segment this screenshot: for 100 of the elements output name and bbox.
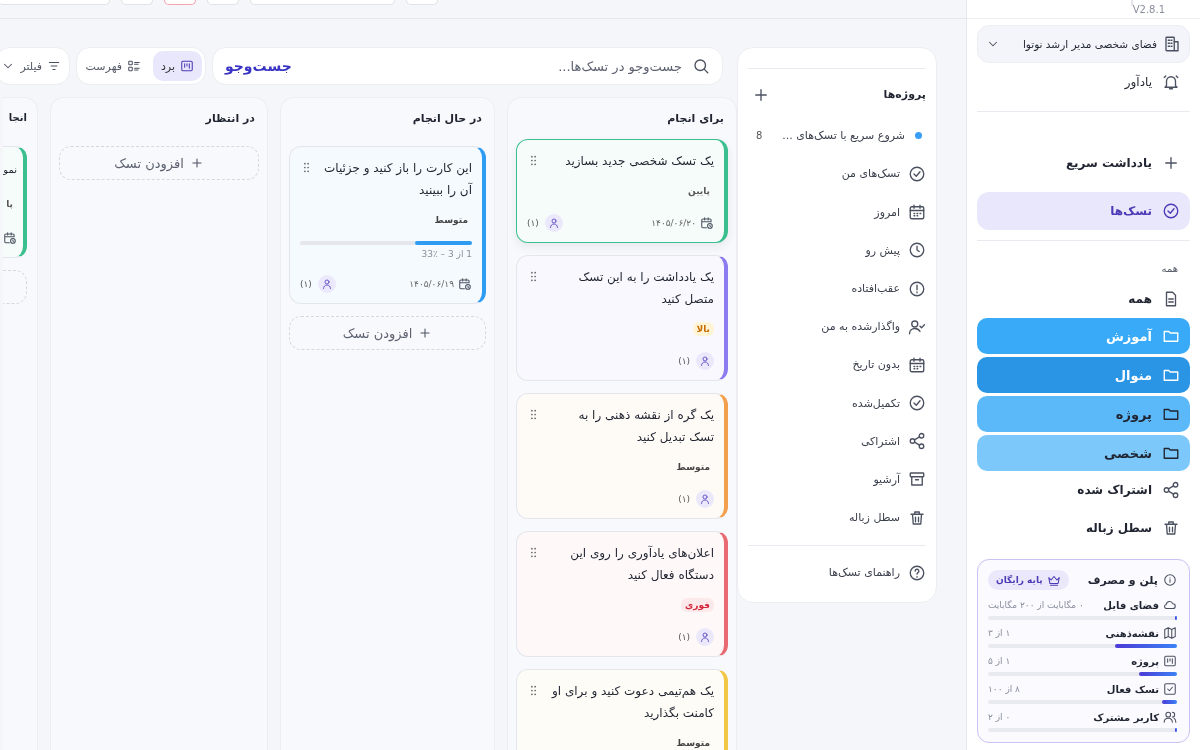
usage-reading: ۰ از ۲ [988, 712, 1011, 722]
view-item[interactable]: واگذارشده به من [748, 307, 926, 346]
calendar-icon [908, 203, 926, 222]
sidebar-item[interactable]: اشتراک شده [977, 471, 1190, 509]
add-task-button[interactable]: افزودن تسک [59, 146, 259, 180]
usage-reading: ۱ از ۳ [988, 628, 1011, 638]
users-icon [1163, 710, 1177, 724]
search-field[interactable]: جست‌وجو در تسک‌ها... جست‌وجو [212, 47, 723, 85]
sidebar-item[interactable]: همه [977, 280, 1190, 318]
folder-item[interactable]: پروژه [977, 396, 1190, 432]
due-date: ۱۴۰۵/۰۶/۲۰ [651, 218, 696, 228]
view-item[interactable]: تسک‌های من [748, 154, 926, 194]
bell-icon [1162, 73, 1180, 91]
task-card[interactable]: یک تسک شخصی جدید بسازید پایین ۱۴۰۵/۰۶/۲۰ (۱) [516, 139, 728, 243]
plan-title: پلن و مصرف [1087, 573, 1158, 587]
view-item[interactable]: پیش رو [748, 231, 926, 270]
view-item[interactable]: آرشیو [748, 460, 926, 499]
help-link[interactable]: راهنمای تسک‌ها [748, 553, 926, 592]
search-icon [692, 57, 710, 75]
board-icon [1163, 654, 1177, 668]
board-icon [180, 59, 194, 73]
task-card[interactable]: نمو پا [3, 146, 27, 258]
card-title: یک هم‌تیمی دعوت کنید و برای او کامنت بگذارید [550, 683, 714, 723]
column-title: برای انجام [666, 111, 725, 127]
crown-icon [1046, 573, 1061, 587]
archive-icon [908, 470, 926, 489]
list-icon [126, 59, 141, 73]
map-icon [1163, 626, 1177, 640]
usage-label: پروژه [1131, 655, 1159, 667]
progress-label: 1 از 3 – ٪33 [420, 249, 472, 259]
plus-icon [189, 156, 204, 170]
help-icon [908, 563, 926, 582]
sidebar-item[interactable]: یادداشت سریع [977, 144, 1190, 182]
priority-tag: متوسط [672, 460, 714, 474]
usage-label: کاربر مشترک [1093, 711, 1159, 723]
share-icon [908, 432, 926, 451]
assignee-count: (۱) [300, 279, 312, 289]
check-circle-icon [908, 394, 926, 413]
building-icon [1163, 35, 1181, 53]
assignee-count: (۱) [678, 494, 690, 504]
view-item[interactable]: سطل زباله [748, 498, 926, 537]
user-check-icon [908, 317, 926, 336]
section-label: همه [1160, 263, 1179, 274]
folder-item[interactable]: شخصی [977, 435, 1190, 471]
usage-reading: ۱ از ۵ [988, 656, 1011, 666]
search-button[interactable]: جست‌وجو [225, 58, 292, 74]
task-card[interactable]: یک یادداشت را به این تسک متصل کنید بالا (۱) [516, 255, 728, 381]
view-item[interactable]: تکمیل‌شده [748, 384, 926, 423]
view-tab[interactable]: فهرست [77, 51, 149, 81]
usage-label: فضای فایل [1103, 599, 1159, 611]
view-item[interactable]: اشتراکی [748, 422, 926, 461]
check-circle-icon [908, 165, 926, 183]
view-item[interactable]: عقب‌افتاده [748, 269, 926, 308]
card-title: نمو [3, 163, 17, 177]
column-title: انجا [7, 111, 27, 125]
usage-reading: ۰ مگابایت از ۲۰۰ مگابایت [988, 600, 1084, 610]
task-card[interactable]: این کارت را باز کنید و جزئیات آن را ببینید متوسط 1 از 3 – ٪33 ۱۴۰۵/۰۶/۱۹ (۱) [289, 146, 486, 304]
column-title: در انتظار [204, 111, 256, 127]
priority-tag: متوسط [672, 736, 714, 750]
assignee-count: (۱) [678, 632, 690, 642]
column-title: در حال انجام [411, 111, 483, 127]
toolbar-button[interactable] [164, 0, 196, 5]
filter-button[interactable]: فیلتر [0, 47, 70, 85]
priority-tag: بالا [692, 322, 714, 336]
task-card[interactable]: اعلان‌های یادآوری را روی این دستگاه فعال کنید فوری (۱) [516, 531, 728, 657]
view-item[interactable]: بدون تاریخ [748, 345, 926, 384]
task-card[interactable]: یک گره از نقشه ذهنی را به تسک تبدیل کنید متوسط (۱) [516, 393, 728, 519]
trash-icon [1162, 519, 1180, 537]
workspace-selector[interactable]: فضای شخصی مدیر ارشد نوتوا [977, 25, 1190, 63]
card-title: یک تسک شخصی جدید بسازید [565, 153, 714, 170]
check-circle-icon [1162, 202, 1180, 220]
info-icon [1163, 573, 1177, 587]
view-item[interactable]: امروز [748, 193, 926, 232]
assignee-count: (۱) [678, 356, 690, 366]
sidebar-item[interactable]: یادآور [977, 63, 1190, 101]
priority-tag: متوسط [430, 213, 472, 227]
plus-icon [1162, 154, 1180, 172]
calendar-clock-icon [700, 216, 714, 230]
calendar-clock-icon [458, 277, 472, 291]
card-title: یک گره از نقشه ذهنی را به تسک تبدیل کنید [577, 407, 714, 446]
add-task-button[interactable]: افزودن تسک [289, 316, 486, 350]
checkbox-icon [1163, 682, 1177, 696]
plan-badge: پایه رایگان [988, 570, 1069, 590]
assignee-count: (۱) [527, 218, 539, 228]
add-task-button[interactable] [3, 270, 27, 304]
calendar-icon [908, 355, 926, 374]
sidebar-item[interactable]: سطل زباله [977, 509, 1190, 547]
clock-icon [908, 241, 926, 260]
view-tab[interactable]: برد [152, 51, 202, 81]
card-title: اعلان‌های یادآوری را روی این دستگاه فعال کنید [569, 544, 714, 584]
share-icon [1162, 481, 1180, 499]
count-label: 8 [756, 130, 763, 142]
task-card[interactable]: یک هم‌تیمی دعوت کنید و برای او کامنت بگذارید متوسط [516, 669, 728, 750]
version-label: V2.8.1 [1132, 3, 1165, 15]
plus-icon [418, 326, 433, 340]
sidebar-item[interactable]: تسک‌ها [977, 192, 1190, 230]
trash-icon [908, 508, 926, 527]
priority-tag: فوری [681, 598, 714, 612]
cloud-icon [1163, 598, 1177, 612]
alert-icon [908, 279, 926, 298]
